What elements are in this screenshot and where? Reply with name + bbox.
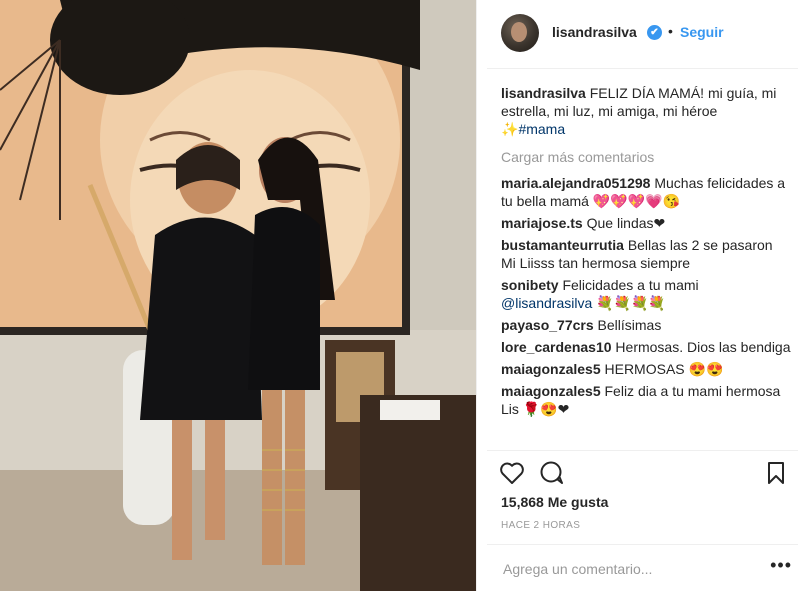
actions-divider (487, 450, 798, 452)
hashtag-link[interactable]: #mama (518, 121, 565, 137)
username-link[interactable]: lisandrasilva (552, 24, 637, 40)
post-photo[interactable] (0, 0, 476, 591)
post-timestamp: HACE 2 HORAS (501, 520, 581, 531)
mention-link[interactable]: @lisandrasilva (501, 295, 592, 311)
comment-username[interactable]: maiagonzales5 (501, 361, 601, 377)
comment-icon[interactable] (539, 461, 565, 485)
comments-list: lisandrasilva FELIZ DÍA MAMÁ! mi guía, m… (501, 84, 791, 422)
comment-text: Que lindas❤ (586, 215, 666, 231)
comment-item: lore_cardenas10 Hermosas. Dios las bendi… (501, 338, 791, 356)
likes-count[interactable]: 15,868 Me gusta (501, 494, 608, 510)
comment-username[interactable]: sonibety (501, 277, 559, 293)
comment-item: maria.alejandra051298 Muchas felicidades… (501, 174, 791, 210)
comment-item: bustamanteurrutia Bellas las 2 se pasaro… (501, 236, 791, 272)
comment-item: mariajose.ts Que lindas❤ (501, 214, 791, 232)
bookmark-icon[interactable] (766, 461, 786, 485)
comment-item: sonibety Felicidades a tu mami @lisandra… (501, 276, 791, 312)
comment-input[interactable] (501, 558, 760, 580)
comment-username[interactable]: payaso_77crs (501, 317, 594, 333)
comment-text: Bellísimas (597, 317, 662, 333)
comment-text: Hermosas. Dios las bendiga (615, 339, 791, 355)
sparkle-emoji: ✨ (501, 121, 519, 137)
photo-image (0, 0, 476, 591)
post-header: lisandrasilva ✔ • Seguir (487, 0, 798, 69)
comment-username[interactable]: lore_cardenas10 (501, 339, 612, 355)
follow-button[interactable]: Seguir (680, 24, 724, 40)
comment-text: HERMOSAS 😍😍 (604, 361, 724, 377)
verified-badge-icon: ✔ (647, 25, 662, 40)
comment-emoji: 💐💐💐💐 (592, 295, 666, 311)
post-sidebar: lisandrasilva ✔ • Seguir lisandrasilva F… (476, 0, 807, 591)
comment-username[interactable]: bustamanteurrutia (501, 237, 624, 253)
comment-text: Felicidades a tu mami (562, 277, 699, 293)
load-more-comments-button[interactable]: Cargar más comentarios (501, 148, 791, 166)
comment-item: maiagonzales5 HERMOSAS 😍😍 (501, 360, 791, 378)
caption: lisandrasilva FELIZ DÍA MAMÁ! mi guía, m… (501, 84, 791, 138)
comment-username[interactable]: maiagonzales5 (501, 383, 601, 399)
comment-item: maiagonzales5 Feliz dia a tu mami hermos… (501, 382, 791, 418)
comment-item: payaso_77crs Bellísimas (501, 316, 791, 334)
more-options-icon[interactable]: ••• (770, 555, 792, 576)
add-comment-bar: ••• (487, 544, 798, 592)
separator-dot: • (668, 23, 673, 39)
heart-icon[interactable] (499, 461, 525, 485)
caption-username[interactable]: lisandrasilva (501, 85, 586, 101)
comment-username[interactable]: mariajose.ts (501, 215, 583, 231)
avatar[interactable] (501, 14, 539, 52)
comment-username[interactable]: maria.alejandra051298 (501, 175, 650, 191)
